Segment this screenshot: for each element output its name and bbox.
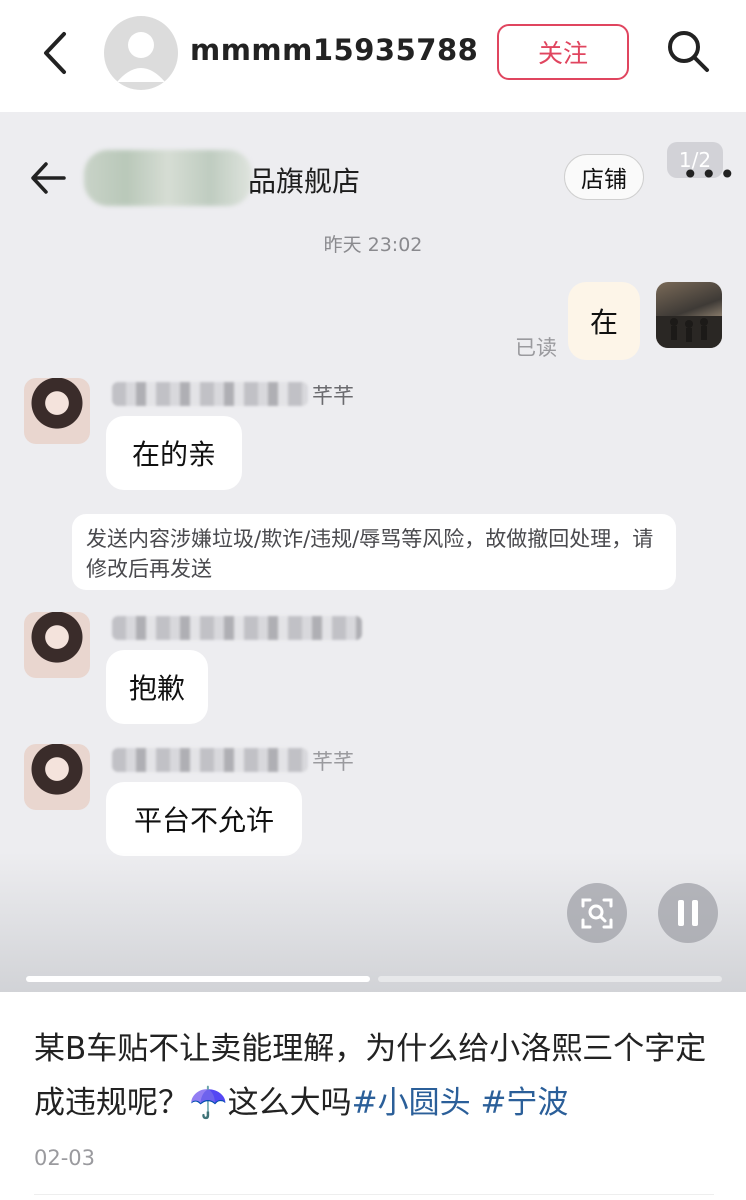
agent-avatar (24, 612, 90, 678)
media-progress-segment-2 (378, 976, 722, 982)
blurred-agent-name (112, 382, 308, 406)
my-message-bubble: 在 (568, 282, 640, 360)
agent-name-tail: 芊芊 (312, 750, 354, 774)
self-avatar (656, 282, 722, 348)
umbrella-emoji-icon: ☂️ (189, 1085, 228, 1121)
divider (34, 1194, 714, 1195)
read-status: 已读 (515, 336, 557, 360)
recall-notice: 发送内容涉嫌垃圾/欺诈/违规/辱骂等风险，故做撤回处理，请修改后再发送 (72, 514, 676, 590)
agent-message-bubble: 平台不允许 (106, 782, 302, 856)
store-name: 品旗舰店 (248, 165, 361, 198)
media-progress-segment-1 (26, 976, 370, 982)
more-dots-icon: ••• (682, 158, 738, 191)
media-bottom-fade (0, 852, 746, 992)
author-username[interactable]: mmmm15935788 (190, 33, 478, 67)
follow-button[interactable]: 关注 (497, 24, 629, 80)
hashtag-link[interactable]: #宁波 (480, 1085, 568, 1121)
post-media[interactable]: 品旗舰店 店铺 1/2 ••• 昨天 23:02 已读 在 芊芊 在的亲 发送内… (0, 112, 746, 992)
hashtag-link[interactable]: #小圆头 (352, 1085, 471, 1121)
blurred-store-prefix (84, 150, 252, 206)
chat-timestamp: 昨天 23:02 (323, 234, 423, 256)
blurred-agent-name (112, 748, 308, 772)
pause-icon[interactable] (658, 883, 718, 943)
store-button: 店铺 (564, 154, 644, 200)
agent-name-tail: 芊芊 (312, 384, 354, 408)
arrow-left-icon (28, 158, 68, 198)
blurred-agent-name (112, 616, 362, 640)
agent-message-bubble: 抱歉 (106, 650, 208, 724)
search-icon[interactable] (664, 27, 712, 75)
agent-avatar (24, 744, 90, 810)
agent-avatar (24, 378, 90, 444)
top-bar: mmmm15935788 关注 (0, 0, 746, 112)
agent-message-bubble: 在的亲 (106, 416, 242, 490)
back-chevron-icon[interactable] (34, 28, 78, 78)
caption-tail: 这么大吗 (227, 1085, 352, 1121)
post-date: 02-03 (34, 1146, 96, 1170)
author-avatar[interactable] (104, 16, 178, 90)
post-caption: 某B车贴不让卖能理解，为什么给小洛熙三个字定成违规呢？☂️这么大吗#小圆头 #宁… (34, 1022, 714, 1130)
scan-lens-icon[interactable] (567, 883, 627, 943)
